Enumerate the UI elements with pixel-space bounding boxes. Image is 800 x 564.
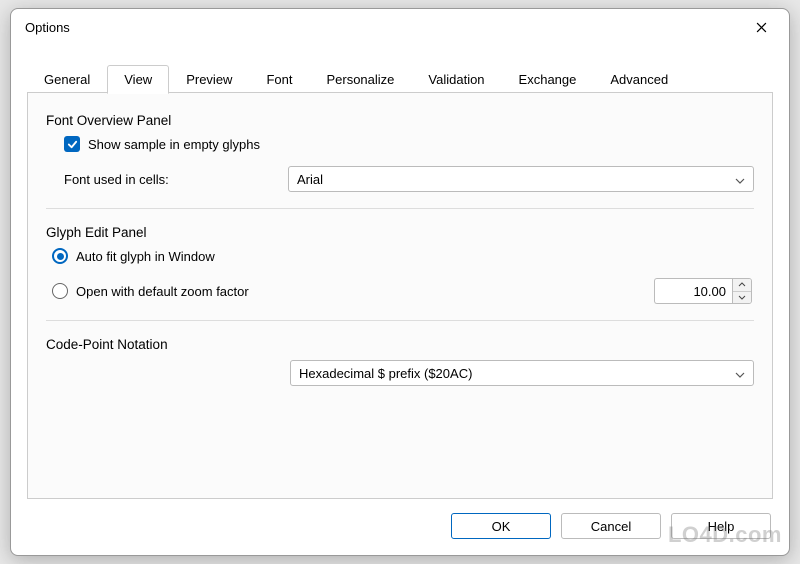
tab-view[interactable]: View [107,65,169,94]
window-title: Options [25,20,70,35]
checkbox-show-sample[interactable] [64,136,80,152]
checkmark-icon [67,139,78,150]
spin-up-button[interactable] [733,279,751,292]
close-button[interactable] [747,13,775,41]
ok-button[interactable]: OK [451,513,551,539]
chevron-down-icon [735,172,745,187]
combo-code-point-notation[interactable]: Hexadecimal $ prefix ($20AC) [290,360,754,386]
spin-down-button[interactable] [733,292,751,304]
tab-strip: General View Preview Font Personalize Va… [11,65,789,93]
label-font-cells: Font used in cells: [64,172,274,187]
tab-validation[interactable]: Validation [411,65,501,93]
group-font-overview: Font Overview Panel Show sample in empty… [46,113,754,192]
tab-exchange[interactable]: Exchange [502,65,594,93]
group-code-point: Code-Point Notation Hexadecimal $ prefix… [46,337,754,386]
chevron-down-icon [738,295,746,300]
cancel-button[interactable]: Cancel [561,513,661,539]
close-icon [756,22,767,33]
dialog-button-row: OK Cancel Help [11,499,789,555]
combo-font-cells[interactable]: Arial [288,166,754,192]
radio-open-zoom[interactable] [52,283,68,299]
titlebar: Options [11,9,789,45]
combo-font-cells-value: Arial [297,172,323,187]
tab-general[interactable]: General [27,65,107,93]
chevron-down-icon [735,366,745,381]
label-open-zoom: Open with default zoom factor [76,284,249,299]
tab-advanced[interactable]: Advanced [593,65,685,93]
input-zoom-factor[interactable] [654,278,732,304]
group-label-code-point: Code-Point Notation [46,337,754,352]
label-show-sample: Show sample in empty glyphs [88,137,260,152]
group-label-glyph-edit: Glyph Edit Panel [46,225,754,240]
tab-panel-view: Font Overview Panel Show sample in empty… [27,93,773,499]
tab-font[interactable]: Font [249,65,309,93]
chevron-up-icon [738,282,746,287]
help-button[interactable]: Help [671,513,771,539]
divider [46,208,754,209]
combo-code-point-value: Hexadecimal $ prefix ($20AC) [299,366,472,381]
tab-personalize[interactable]: Personalize [309,65,411,93]
tab-preview[interactable]: Preview [169,65,249,93]
label-auto-fit: Auto fit glyph in Window [76,249,215,264]
divider [46,320,754,321]
spin-zoom-factor [654,278,754,304]
group-glyph-edit: Glyph Edit Panel Auto fit glyph in Windo… [46,225,754,304]
radio-auto-fit[interactable] [52,248,68,264]
options-dialog: Options General View Preview Font Person… [10,8,790,556]
group-label-font-overview: Font Overview Panel [46,113,754,128]
